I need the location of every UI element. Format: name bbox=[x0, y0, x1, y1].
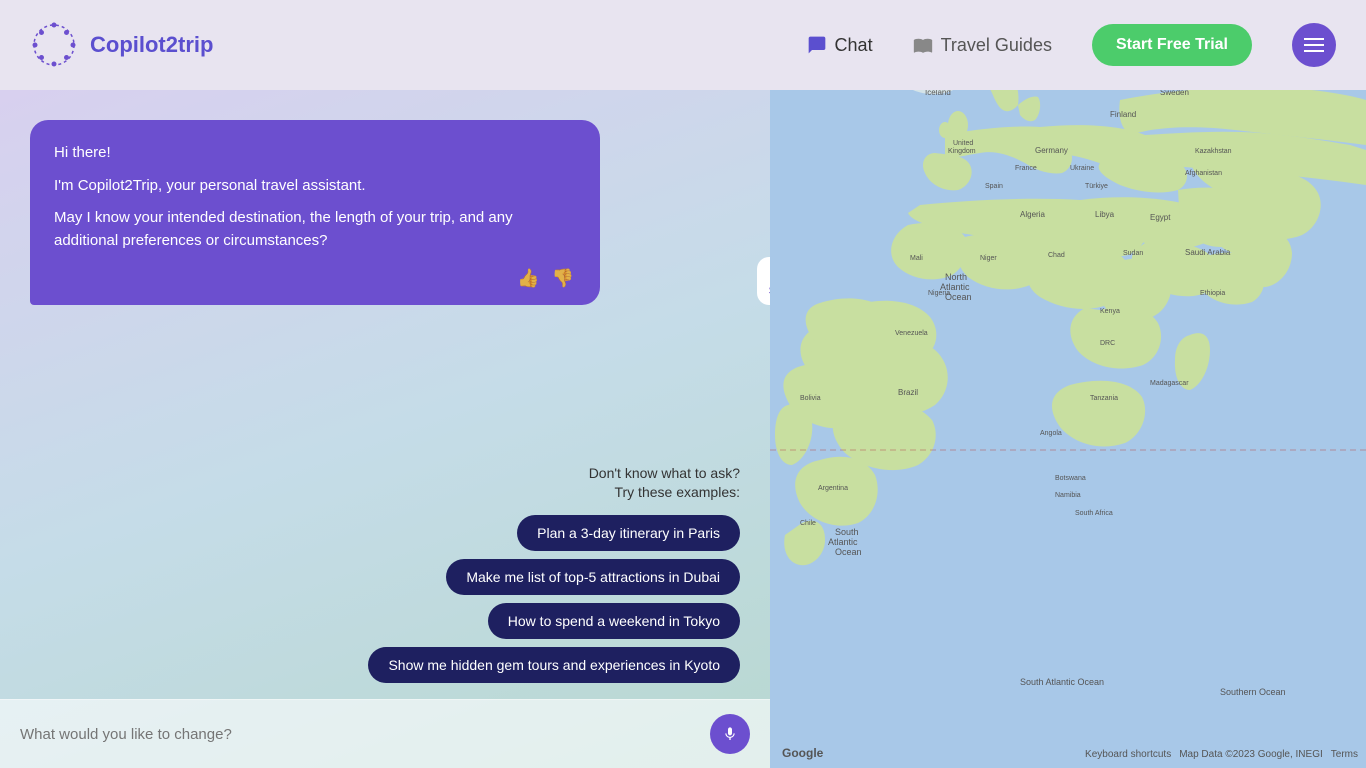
svg-text:Sudan: Sudan bbox=[1123, 250, 1143, 257]
chat-panel: Hi there! I'm Copilot2Trip, your persona… bbox=[0, 90, 770, 768]
svg-text:South Africa: South Africa bbox=[1075, 510, 1113, 517]
header: Copilot2trip Chat Travel Guides Start Fr… bbox=[0, 0, 1366, 90]
suggestions-area: Don't know what to ask? Try these exampl… bbox=[0, 454, 770, 699]
svg-text:Mali: Mali bbox=[910, 255, 923, 262]
suggestion-chip-3[interactable]: Show me hidden gem tours and experiences… bbox=[368, 647, 740, 683]
map-panel: North Atlantic Ocean South Atlantic Ocea… bbox=[770, 90, 1366, 768]
svg-text:Bolivia: Bolivia bbox=[800, 395, 821, 402]
suggestions-hint: Don't know what to ask? Try these exampl… bbox=[30, 464, 740, 503]
world-map: North Atlantic Ocean South Atlantic Ocea… bbox=[770, 90, 1366, 768]
thumbs-up-button[interactable]: 👍 bbox=[515, 266, 541, 291]
svg-text:Saudi Arabia: Saudi Arabia bbox=[1185, 248, 1231, 257]
svg-text:Finland: Finland bbox=[1110, 110, 1136, 119]
bubble-actions: 👍 👎 bbox=[54, 266, 576, 291]
svg-text:Germany: Germany bbox=[1035, 146, 1068, 155]
suggestion-chip-0[interactable]: Plan a 3-day itinerary in Paris bbox=[517, 515, 740, 551]
main-content: Hi there! I'm Copilot2Trip, your persona… bbox=[0, 90, 1366, 768]
svg-text:Namibia: Namibia bbox=[1055, 492, 1081, 499]
svg-text:Southern Ocean: Southern Ocean bbox=[1220, 687, 1286, 697]
start-free-trial-button[interactable]: Start Free Trial bbox=[1092, 24, 1252, 66]
chat-messages: Hi there! I'm Copilot2Trip, your persona… bbox=[0, 90, 770, 454]
keyboard-shortcuts[interactable]: Keyboard shortcuts bbox=[1085, 749, 1171, 760]
nav-chat[interactable]: Chat bbox=[807, 35, 873, 56]
svg-text:Ocean: Ocean bbox=[835, 547, 862, 557]
svg-text:Sweden: Sweden bbox=[1160, 90, 1189, 97]
svg-text:Spain: Spain bbox=[985, 183, 1003, 190]
svg-text:Argentina: Argentina bbox=[818, 485, 848, 492]
google-logo: Google bbox=[782, 746, 823, 760]
ai-greeting: Hi there! bbox=[54, 142, 576, 165]
logo-text: Copilot2trip bbox=[90, 32, 213, 58]
svg-text:Ethiopia: Ethiopia bbox=[1200, 290, 1225, 297]
svg-text:Atlantic: Atlantic bbox=[828, 537, 858, 547]
mic-button[interactable] bbox=[710, 714, 750, 754]
share-button[interactable]: Share bbox=[757, 257, 770, 305]
map-attribution: Keyboard shortcuts Map Data ©2023 Google… bbox=[1085, 749, 1358, 760]
svg-text:Nigeria: Nigeria bbox=[928, 290, 950, 297]
svg-text:Kingdom: Kingdom bbox=[948, 148, 976, 155]
logo-area: Copilot2trip bbox=[30, 21, 213, 69]
ai-intro: I'm Copilot2Trip, your personal travel a… bbox=[54, 175, 576, 198]
svg-text:South: South bbox=[835, 527, 859, 537]
suggestion-chip-1[interactable]: Make me list of top-5 attractions in Dub… bbox=[446, 559, 740, 595]
svg-text:Iceland: Iceland bbox=[925, 90, 951, 97]
svg-text:France: France bbox=[1015, 165, 1037, 172]
terms-link[interactable]: Terms bbox=[1331, 749, 1358, 760]
svg-text:Botswana: Botswana bbox=[1055, 475, 1086, 482]
book-nav-icon bbox=[913, 35, 933, 55]
svg-text:Tanzania: Tanzania bbox=[1090, 395, 1118, 402]
chat-nav-icon bbox=[807, 35, 827, 55]
svg-text:Venezuela: Venezuela bbox=[895, 330, 928, 337]
ai-question: May I know your intended destination, th… bbox=[54, 207, 576, 252]
mic-icon bbox=[722, 726, 738, 742]
suggestion-chip-2[interactable]: How to spend a weekend in Tokyo bbox=[488, 603, 740, 639]
svg-text:North: North bbox=[945, 272, 967, 282]
svg-text:South Atlantic Ocean: South Atlantic Ocean bbox=[1020, 677, 1104, 687]
chat-input-area bbox=[0, 699, 770, 768]
svg-text:Algeria: Algeria bbox=[1020, 210, 1045, 219]
svg-text:Angola: Angola bbox=[1040, 430, 1062, 437]
map-data-label: Map Data ©2023 Google, INEGI bbox=[1179, 749, 1323, 760]
nav-travel-label: Travel Guides bbox=[941, 35, 1052, 56]
svg-text:Kenya: Kenya bbox=[1100, 308, 1120, 315]
svg-text:Brazil: Brazil bbox=[898, 388, 918, 397]
svg-text:Chad: Chad bbox=[1048, 252, 1065, 259]
chat-input[interactable] bbox=[20, 726, 700, 743]
svg-text:DRC: DRC bbox=[1100, 340, 1115, 347]
logo-icon bbox=[30, 21, 78, 69]
svg-text:Egypt: Egypt bbox=[1150, 213, 1171, 222]
svg-text:Ukraine: Ukraine bbox=[1070, 165, 1094, 172]
menu-button[interactable] bbox=[1292, 23, 1336, 67]
svg-text:Türkiye: Türkiye bbox=[1085, 183, 1108, 190]
hamburger-icon bbox=[1304, 44, 1324, 46]
nav-chat-label: Chat bbox=[835, 35, 873, 56]
svg-text:Niger: Niger bbox=[980, 255, 997, 262]
ai-message-bubble: Hi there! I'm Copilot2Trip, your persona… bbox=[30, 120, 600, 305]
svg-text:United: United bbox=[953, 140, 973, 147]
svg-text:Afghanistan: Afghanistan bbox=[1185, 170, 1222, 177]
svg-text:Madagascar: Madagascar bbox=[1150, 380, 1189, 387]
svg-text:Libya: Libya bbox=[1095, 210, 1115, 219]
nav-travel-guides[interactable]: Travel Guides bbox=[913, 35, 1052, 56]
svg-text:Chile: Chile bbox=[800, 520, 816, 527]
thumbs-down-button[interactable]: 👎 bbox=[550, 266, 576, 291]
svg-text:Kazakhstan: Kazakhstan bbox=[1195, 148, 1232, 155]
